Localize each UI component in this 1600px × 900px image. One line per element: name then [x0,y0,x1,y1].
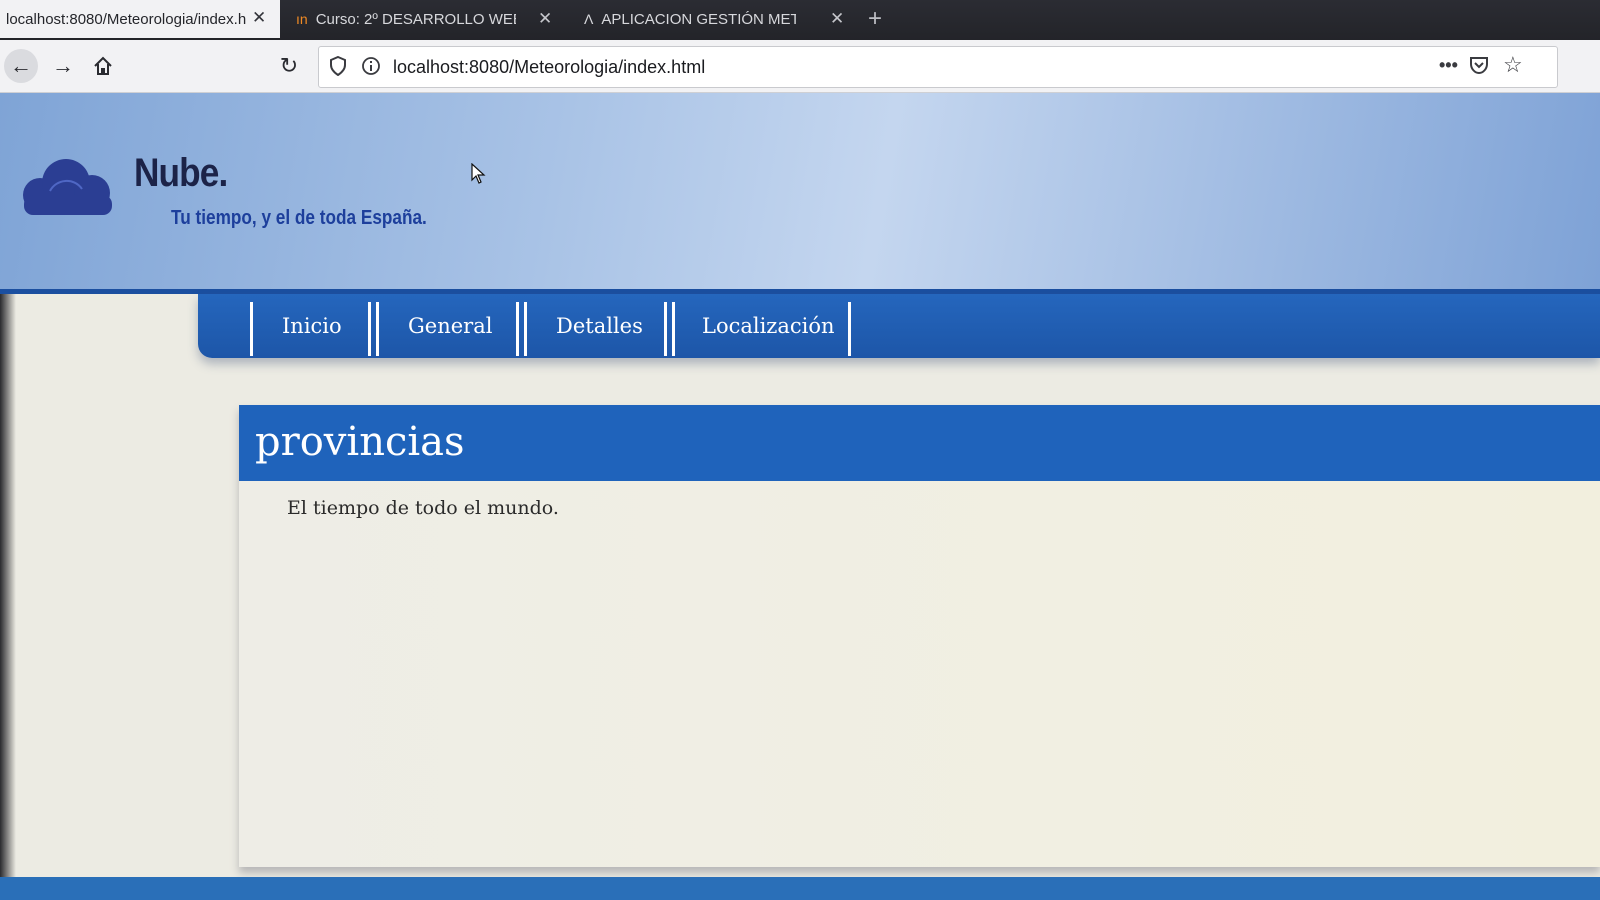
tab-curso[interactable]: ın Curso: 2º DESARROLLO WEB ✕ [296,0,556,38]
a-logo-icon: Λ [584,11,594,27]
home-icon [94,56,112,75]
reload-icon: ↻ [279,53,299,78]
info-icon[interactable] [361,56,381,81]
menu-divider [664,302,667,356]
menu-divider [524,302,527,356]
menu-divider [516,302,519,356]
browser-toolbar: ← → ↻ localhost:8080/Meteorologia/index.… [0,40,1600,93]
browser-tab-strip: localhost:8080/Meteorologia/index.html ✕… [0,0,1600,40]
site-tagline: Tu tiempo, y el de toda España. [171,207,427,229]
menu-divider [368,302,371,356]
site-header: Nube. Tu tiempo, y el de toda España. [0,93,1600,293]
back-button[interactable]: ← [4,49,38,83]
moodle-icon: ın [296,11,308,27]
menu-divider [376,302,379,356]
address-bar[interactable]: localhost:8080/Meteorologia/index.html •… [318,46,1558,88]
screen-edge-shadow [0,294,16,900]
pocket-icon[interactable] [1469,55,1489,80]
home-button[interactable] [86,49,120,83]
arrow-left-icon: ← [10,53,32,78]
web-page: Nube. Tu tiempo, y el de toda España. In… [0,93,1600,900]
tab-aplicacion[interactable]: Λ APLICACION GESTIÓN METEO ✕ [584,0,850,38]
section-text: El tiempo de todo el mundo. [287,497,559,519]
menu-item-localizacion[interactable]: Localización [702,294,835,358]
site-brand: Nube. [134,151,228,195]
plus-icon[interactable]: + [868,6,882,32]
more-icon[interactable]: ••• [1439,55,1458,76]
tab-localhost[interactable]: localhost:8080/Meteorologia/index.html ✕ [0,0,280,38]
url-text[interactable]: localhost:8080/Meteorologia/index.html [393,57,705,78]
main-menu: Inicio General Detalles Localización [198,294,1600,358]
content-section: provincias El tiempo de todo el mundo. [239,405,1600,867]
menu-item-inicio[interactable]: Inicio [282,294,342,358]
reload-button[interactable]: ↻ [272,49,306,83]
section-header: provincias [239,405,1600,481]
menu-divider [250,302,253,356]
close-icon[interactable]: ✕ [830,9,844,29]
arrow-right-icon: → [52,53,74,78]
bookmark-star-icon[interactable]: ☆ [1503,52,1523,78]
tab-title: Curso: 2º DESARROLLO WEB [315,10,516,28]
menu-divider [848,302,851,356]
site-footer [0,877,1600,900]
tab-title: localhost:8080/Meteorologia/index.html [6,10,246,28]
shield-icon[interactable] [329,55,347,81]
mouse-cursor-icon [471,163,486,184]
section-title: provincias [255,419,465,465]
close-icon[interactable]: ✕ [252,8,266,28]
tab-title: APLICACION GESTIÓN METEO [601,10,797,28]
menu-item-detalles[interactable]: Detalles [556,294,643,358]
forward-button[interactable]: → [46,49,80,83]
menu-divider [672,302,675,356]
cloud-icon [23,159,112,215]
menu-item-general[interactable]: General [408,294,492,358]
close-icon[interactable]: ✕ [538,9,552,29]
